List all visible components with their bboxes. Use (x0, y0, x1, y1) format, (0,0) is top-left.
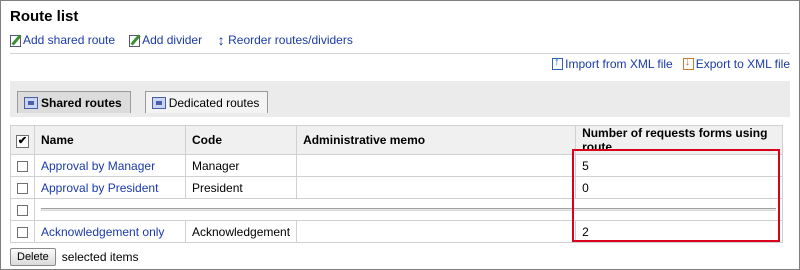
reorder-routes-label: Reorder routes/dividers (228, 33, 353, 47)
row-checkbox[interactable] (17, 182, 28, 194)
route-icon (24, 96, 38, 109)
selected-items-label: selected items (61, 250, 139, 264)
row-checkbox-cell (10, 154, 35, 177)
import-xml-link[interactable]: Import from XML file (552, 56, 673, 71)
route-code-cell: Acknowledgement (184, 220, 298, 243)
route-count-cell: 5 (575, 154, 783, 177)
table-row: Approval by Manager Manager 5 (10, 154, 783, 177)
file-actions: Import from XML file Export to XML file (552, 56, 790, 71)
route-memo-cell (296, 154, 577, 177)
route-name-cell: Approval by President (34, 176, 186, 199)
reorder-routes-link[interactable]: ↕ Reorder routes/dividers (216, 33, 353, 47)
tab-shared-routes-label: Shared routes (41, 95, 122, 110)
route-divider (41, 208, 776, 211)
column-header-request-count: Number of requests forms using route (575, 125, 783, 155)
divider-line (10, 53, 790, 54)
edit-icon (10, 34, 21, 47)
route-list-page: Route list Add shared route Add divider … (0, 0, 800, 270)
route-name-cell: Approval by Manager (34, 154, 186, 177)
select-all-cell: ✔ (10, 125, 35, 155)
bulk-action-bar: Delete selected items (10, 248, 139, 266)
row-checkbox[interactable] (17, 160, 28, 172)
row-checkbox-cell (10, 198, 35, 221)
divider-cell (34, 198, 783, 221)
route-name-link[interactable]: Approval by President (41, 181, 158, 195)
row-checkbox-cell (10, 220, 35, 243)
add-divider-label: Add divider (142, 33, 203, 47)
route-tabs: Shared routes Dedicated routes (17, 91, 269, 113)
select-all-checkbox[interactable]: ✔ (16, 134, 29, 148)
tab-shared-routes[interactable]: Shared routes (17, 91, 131, 113)
export-xml-link[interactable]: Export to XML file (682, 56, 790, 71)
tab-dedicated-routes[interactable]: Dedicated routes (144, 91, 269, 113)
route-memo-cell (296, 176, 577, 199)
add-shared-route-label: Add shared route (23, 33, 116, 47)
add-divider-link[interactable]: Add divider (129, 33, 202, 47)
table-row: Approval by President President 0 (10, 176, 783, 199)
tab-dedicated-routes-label: Dedicated routes (168, 95, 260, 110)
route-code-cell: Manager (184, 154, 298, 177)
import-xml-label: Import from XML file (565, 57, 673, 71)
route-icon (151, 96, 166, 109)
divider-row (10, 198, 783, 221)
column-header-code: Code (184, 125, 298, 155)
column-header-memo: Administrative memo (296, 125, 577, 155)
route-count-cell: 2 (575, 220, 783, 243)
route-memo-cell (296, 220, 577, 243)
row-checkbox[interactable] (17, 226, 28, 238)
export-xml-label: Export to XML file (695, 57, 790, 71)
edit-icon (129, 34, 141, 47)
route-count-cell: 0 (575, 176, 783, 199)
column-header-name: Name (34, 125, 186, 155)
add-shared-route-link[interactable]: Add shared route (10, 33, 115, 47)
row-checkbox[interactable] (17, 204, 28, 216)
page-title: Route list (10, 8, 79, 25)
route-table: ✔ Name Code Administrative memo Number o… (10, 125, 783, 243)
row-checkbox-cell (10, 176, 35, 199)
route-name-link[interactable]: Approval by Manager (41, 159, 155, 173)
action-bar: Add shared route Add divider ↕ Reorder r… (10, 33, 367, 47)
route-code-cell: President (184, 176, 298, 199)
route-name-cell: Acknowledgement only (34, 220, 186, 243)
table-row: Acknowledgement only Acknowledgement 2 (10, 220, 783, 243)
import-icon (552, 56, 564, 70)
table-header-row: ✔ Name Code Administrative memo Number o… (10, 125, 783, 155)
up-down-arrow-icon: ↕ (217, 32, 225, 48)
route-name-link[interactable]: Acknowledgement only (41, 225, 164, 239)
delete-button[interactable]: Delete (10, 248, 56, 266)
export-icon (682, 56, 694, 70)
